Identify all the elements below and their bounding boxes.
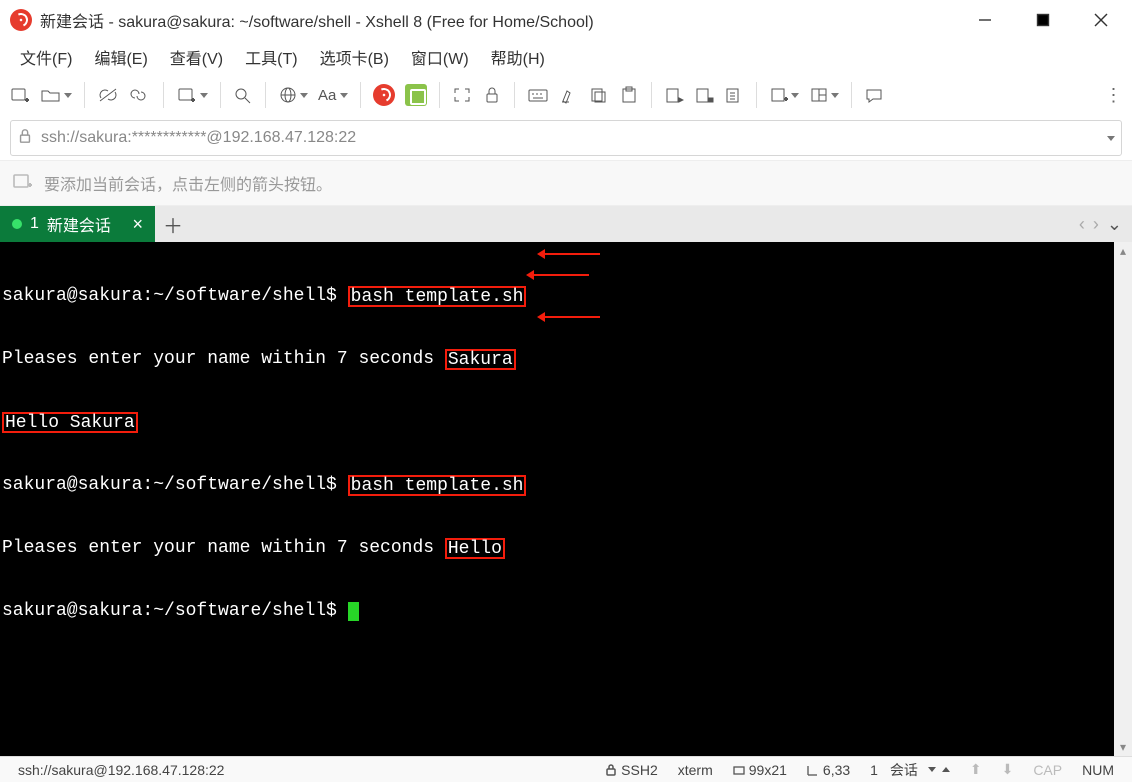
toolbar-separator bbox=[439, 82, 440, 108]
search-button[interactable] bbox=[229, 80, 257, 110]
prompt: sakura@sakura:~/software/shell$ bbox=[2, 475, 348, 495]
window-title: 新建会话 - sakura@sakura: ~/software/shell -… bbox=[40, 8, 594, 32]
annotation-arrow bbox=[534, 274, 589, 276]
lock-icon bbox=[17, 128, 33, 149]
reconnect-button[interactable] bbox=[125, 80, 155, 110]
tab-nav: ‹ › ⌄ bbox=[1079, 206, 1132, 242]
menu-edit[interactable]: 编辑(E) bbox=[84, 41, 157, 73]
maximize-button[interactable] bbox=[1014, 0, 1072, 40]
annotation-box: Hello bbox=[445, 538, 505, 559]
disconnect-button[interactable] bbox=[93, 80, 123, 110]
bookmark-hint-text: 要添加当前会话，点击左侧的箭头按钮。 bbox=[44, 171, 332, 195]
chat-button[interactable] bbox=[860, 80, 888, 110]
menu-window[interactable]: 窗口(W) bbox=[401, 41, 479, 73]
tab-session-1[interactable]: 1 新建会话 × bbox=[0, 206, 155, 242]
keyboard-button[interactable] bbox=[523, 80, 553, 110]
toolbar-separator bbox=[651, 82, 652, 108]
xshell-icon bbox=[373, 84, 395, 106]
new-window-button[interactable] bbox=[765, 80, 803, 110]
tab-strip: 1 新建会话 × ＋ ‹ › ⌄ bbox=[0, 206, 1132, 242]
annotation-box: bash template.sh bbox=[348, 286, 527, 307]
log-start-button[interactable] bbox=[660, 80, 688, 110]
toolbar-separator bbox=[360, 82, 361, 108]
toolbar-separator bbox=[851, 82, 852, 108]
menu-file[interactable]: 文件(F) bbox=[10, 41, 82, 73]
toolbar-overflow-button[interactable]: ⋮ bbox=[1102, 85, 1126, 106]
prompt: sakura@sakura:~/software/shell$ bbox=[2, 601, 348, 621]
scroll-up-icon[interactable]: ▴ bbox=[1114, 242, 1132, 260]
toolbar-separator bbox=[84, 82, 85, 108]
fullscreen-button[interactable] bbox=[448, 80, 476, 110]
app-icon bbox=[10, 9, 32, 31]
tab-list-button[interactable]: ⌄ bbox=[1107, 214, 1122, 235]
toolbar-separator bbox=[756, 82, 757, 108]
address-dropdown-icon[interactable] bbox=[1107, 136, 1115, 141]
xshell-launch-button[interactable] bbox=[369, 80, 399, 110]
terminal-wrap: sakura@sakura:~/software/shell$ bash tem… bbox=[0, 242, 1132, 756]
address-bar[interactable]: ssh://sakura:************@192.168.47.128… bbox=[10, 120, 1122, 156]
tab-next-button[interactable]: › bbox=[1093, 214, 1099, 235]
titlebar: 新建会话 - sakura@sakura: ~/software/shell -… bbox=[0, 0, 1132, 40]
menu-view[interactable]: 查看(V) bbox=[160, 41, 233, 73]
toolbar-separator bbox=[163, 82, 164, 108]
copy-button[interactable] bbox=[585, 80, 613, 110]
layout-button[interactable] bbox=[805, 80, 843, 110]
tab-index: 1 bbox=[30, 215, 39, 233]
terminal-scrollbar[interactable]: ▴ ▾ bbox=[1114, 242, 1132, 756]
toolbar-separator bbox=[514, 82, 515, 108]
toolbar-separator bbox=[265, 82, 266, 108]
log-browse-button[interactable] bbox=[720, 80, 748, 110]
bookmark-bar: 要添加当前会话，点击左侧的箭头按钮。 bbox=[0, 160, 1132, 206]
xftp-icon bbox=[405, 84, 427, 106]
close-button[interactable] bbox=[1072, 0, 1130, 40]
font-button[interactable]: Aa bbox=[314, 80, 352, 110]
menu-tools[interactable]: 工具(T) bbox=[235, 41, 307, 73]
menu-help[interactable]: 帮助(H) bbox=[481, 41, 555, 73]
new-session-button[interactable] bbox=[6, 80, 34, 110]
new-tab-button[interactable]: ＋ bbox=[155, 206, 191, 242]
toolbar-separator bbox=[220, 82, 221, 108]
status-dot-icon bbox=[12, 219, 22, 229]
properties-button[interactable] bbox=[172, 80, 212, 110]
tab-label: 新建会话 bbox=[47, 212, 111, 236]
main-toolbar: Aa ⋮ bbox=[0, 74, 1132, 116]
terminal-cursor bbox=[348, 602, 359, 621]
open-session-button[interactable] bbox=[36, 80, 76, 110]
annotation-box: Sakura bbox=[445, 349, 516, 370]
highlight-button[interactable] bbox=[555, 80, 583, 110]
menubar: 文件(F) 编辑(E) 查看(V) 工具(T) 选项卡(B) 窗口(W) 帮助(… bbox=[0, 40, 1132, 74]
lock-button[interactable] bbox=[478, 80, 506, 110]
tab-close-button[interactable]: × bbox=[132, 215, 143, 233]
menu-tabs[interactable]: 选项卡(B) bbox=[310, 41, 399, 73]
terminal[interactable]: sakura@sakura:~/software/shell$ bash tem… bbox=[0, 242, 1114, 756]
address-text: ssh://sakura:************@192.168.47.128… bbox=[41, 129, 356, 147]
annotation-arrow bbox=[545, 253, 600, 255]
add-bookmark-icon[interactable] bbox=[12, 172, 34, 195]
encoding-button[interactable] bbox=[274, 80, 312, 110]
prompt: sakura@sakura:~/software/shell$ bbox=[2, 286, 348, 306]
annotation-box: Hello Sakura bbox=[2, 412, 138, 433]
tab-prev-button[interactable]: ‹ bbox=[1079, 214, 1085, 235]
term-text: Pleases enter your name within 7 seconds bbox=[2, 538, 445, 558]
log-stop-button[interactable] bbox=[690, 80, 718, 110]
term-text: Pleases enter your name within 7 seconds bbox=[2, 349, 445, 369]
annotation-arrow bbox=[545, 316, 600, 318]
window-buttons bbox=[956, 0, 1130, 40]
minimize-button[interactable] bbox=[956, 0, 1014, 40]
xftp-launch-button[interactable] bbox=[401, 80, 431, 110]
paste-button[interactable] bbox=[615, 80, 643, 110]
scroll-down-icon[interactable]: ▾ bbox=[1114, 738, 1132, 756]
annotation-box: bash template.sh bbox=[348, 475, 527, 496]
